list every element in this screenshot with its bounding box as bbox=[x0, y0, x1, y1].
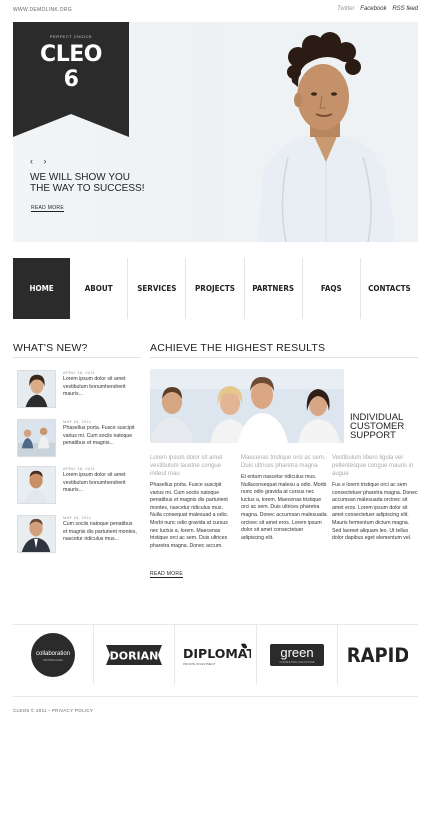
news-text[interactable]: Lorem ipsum dolor sit amet vestibulum bo… bbox=[63, 472, 137, 495]
dorian-logo: DORIAN bbox=[106, 644, 163, 665]
news-text[interactable]: Lorem ipsum dolor sit amet vestibulum bo… bbox=[63, 376, 137, 399]
news-item[interactable]: MAY 18, 2011 Phasellus porta. Fusce susc… bbox=[17, 419, 137, 459]
column-lead: Vestibulum libero ligula vel pellentesqu… bbox=[332, 455, 414, 477]
diplomat-logo-text: DIPLOMAT bbox=[183, 646, 251, 661]
news-item[interactable]: APRIL 18, 2011 Lorem ipsum dolor sit ame… bbox=[17, 466, 137, 506]
logo-tagline: PERFECT CHOICE bbox=[49, 34, 93, 39]
hero-slider: PERFECT CHOICE CLEO 6 ‹ › WE WILL SHOW Y… bbox=[13, 22, 418, 242]
rss-link[interactable]: RSS feed bbox=[392, 6, 418, 12]
logo: CLEO 6 bbox=[13, 42, 129, 92]
hero-man-photo bbox=[218, 22, 418, 242]
collaboration-logo: collaboration TECHNOLOGIES bbox=[31, 632, 76, 677]
news-text[interactable]: Cum sociis natoque penatibus et magnis d… bbox=[63, 521, 137, 544]
rapid-logo-text: RAPID bbox=[348, 644, 408, 667]
achieve-title: ACHIEVE THE HIGHEST RESULTS bbox=[150, 342, 326, 354]
logo-ribbon[interactable]: PERFECT CHOICE CLEO 6 bbox=[13, 22, 129, 137]
facebook-link[interactable]: Facebook bbox=[360, 6, 386, 12]
news-thumb-businessman bbox=[17, 515, 56, 553]
slogan-line-2: THE WAY TO SUCCESS! bbox=[30, 183, 145, 194]
column-body: Et entum nascetur ridiculus mus. Nullaco… bbox=[241, 474, 327, 541]
hero-read-more-link[interactable]: READ MORE bbox=[31, 205, 64, 212]
support-heading: INDIVIDUAL CUSTOMER SUPPORT bbox=[350, 413, 404, 441]
achieve-read-more-link[interactable]: READ MORE bbox=[150, 571, 183, 578]
collaboration-logo-text: collaboration bbox=[36, 651, 70, 657]
nav-contacts[interactable]: CONTACTS bbox=[361, 258, 418, 319]
news-title: WHAT'S NEW? bbox=[13, 342, 88, 354]
team-photo bbox=[150, 369, 344, 443]
column-lead: Maecenas tristique orci ac sem. Duis ult… bbox=[241, 455, 326, 469]
partner-dorian[interactable]: DORIAN bbox=[94, 625, 176, 684]
chevron-left-icon[interactable]: ‹ bbox=[30, 156, 33, 166]
footer-copyright: CLEO6 © 2011 bbox=[13, 708, 47, 713]
news-divider bbox=[13, 357, 141, 358]
partner-logos: collaboration TECHNOLOGIES DORIAN DIPLOM… bbox=[13, 624, 418, 684]
achieve-column: Maecenas tristique orci ac sem. Duis ult… bbox=[241, 454, 327, 542]
partner-green[interactable]: green CONSULTING SOLUTIONS bbox=[257, 625, 338, 684]
partner-collaboration[interactable]: collaboration TECHNOLOGIES bbox=[13, 625, 95, 684]
chevron-right-icon[interactable]: › bbox=[44, 156, 47, 166]
nav-home[interactable]: HOME bbox=[13, 258, 71, 319]
green-logo: green CONSULTING SOLUTIONS bbox=[269, 643, 324, 666]
news-text[interactable]: Phasellus porta. Fusce suscipit varius m… bbox=[63, 425, 137, 448]
diplomat-logo-sub: PRIVATE INVESTMENT bbox=[183, 662, 216, 666]
nav-partners[interactable]: PARTNERS bbox=[245, 258, 303, 319]
news-thumb-man bbox=[17, 466, 56, 504]
rapid-logo: RAPID bbox=[348, 644, 408, 667]
green-logo-text: green bbox=[280, 645, 313, 660]
news-thumb-woman bbox=[17, 370, 56, 408]
logo-line-2: 6 bbox=[63, 67, 79, 92]
nav-about[interactable]: ABOUT bbox=[70, 258, 129, 319]
main-navigation: HOME ABOUT SERVICES PROJECTS PARTNERS FA… bbox=[13, 258, 418, 319]
top-bar: WWW.DEMOLINK.ORG Twitter Facebook RSS fe… bbox=[13, 6, 418, 17]
partner-rapid[interactable]: RAPID bbox=[338, 625, 418, 684]
hero-slogan: WE WILL SHOW YOU THE WAY TO SUCCESS! bbox=[30, 172, 144, 194]
slogan-line-1: WE WILL SHOW YOU bbox=[30, 172, 131, 183]
partner-diplomat[interactable]: DIPLOMAT PRIVATE INVESTMENT bbox=[175, 625, 257, 684]
news-date: MAY 18, 2011 bbox=[63, 515, 92, 520]
news-date: MAY 18, 2011 bbox=[63, 419, 92, 424]
column-body: Fus e lorem tristique orci ac sem consec… bbox=[332, 482, 418, 542]
green-logo-sub: CONSULTING SOLUTIONS bbox=[279, 660, 314, 664]
social-links: Twitter Facebook RSS feed bbox=[333, 6, 418, 12]
news-date: APRIL 18, 2011 bbox=[63, 370, 95, 375]
news-item[interactable]: MAY 18, 2011 Cum sociis natoque penatibu… bbox=[17, 515, 137, 555]
privacy-policy-link[interactable]: PRIVACY POLICY bbox=[52, 708, 93, 713]
logo-line-1: CLEO bbox=[40, 42, 102, 67]
footer: CLEO6 © 2011 • PRIVACY POLICY bbox=[13, 708, 93, 713]
footer-separator: • bbox=[48, 708, 51, 713]
collaboration-logo-sub: TECHNOLOGIES bbox=[43, 659, 63, 662]
achieve-divider bbox=[150, 357, 418, 358]
column-body: Phasellus porta. Fusce suscipit varius m… bbox=[150, 482, 229, 549]
footer-divider bbox=[13, 696, 418, 697]
dorian-logo-text: DORIAN bbox=[110, 649, 159, 662]
nav-services[interactable]: SERVICES bbox=[128, 258, 187, 319]
nav-projects[interactable]: PROJECTS bbox=[186, 258, 245, 319]
twitter-link[interactable]: Twitter bbox=[337, 6, 355, 12]
support-line-3: SUPPORT bbox=[350, 430, 396, 441]
diplomat-logo: DIPLOMAT PRIVATE INVESTMENT bbox=[183, 643, 251, 666]
news-date: APRIL 18, 2011 bbox=[63, 466, 95, 471]
slider-arrows: ‹ › bbox=[30, 156, 55, 166]
news-item[interactable]: APRIL 18, 2011 Lorem ipsum dolor sit ame… bbox=[17, 370, 137, 410]
column-lead: Lorem ipsum dolor sit amet vestibulum la… bbox=[150, 455, 223, 477]
achieve-column: Vestibulum libero ligula vel pellentesqu… bbox=[332, 454, 418, 543]
site-url[interactable]: WWW.DEMOLINK.ORG bbox=[13, 7, 72, 13]
news-thumb-meeting bbox=[17, 419, 56, 457]
nav-faqs[interactable]: FAQS bbox=[303, 258, 361, 319]
achieve-column: Lorem ipsum dolor sit amet vestibulum la… bbox=[150, 454, 236, 550]
